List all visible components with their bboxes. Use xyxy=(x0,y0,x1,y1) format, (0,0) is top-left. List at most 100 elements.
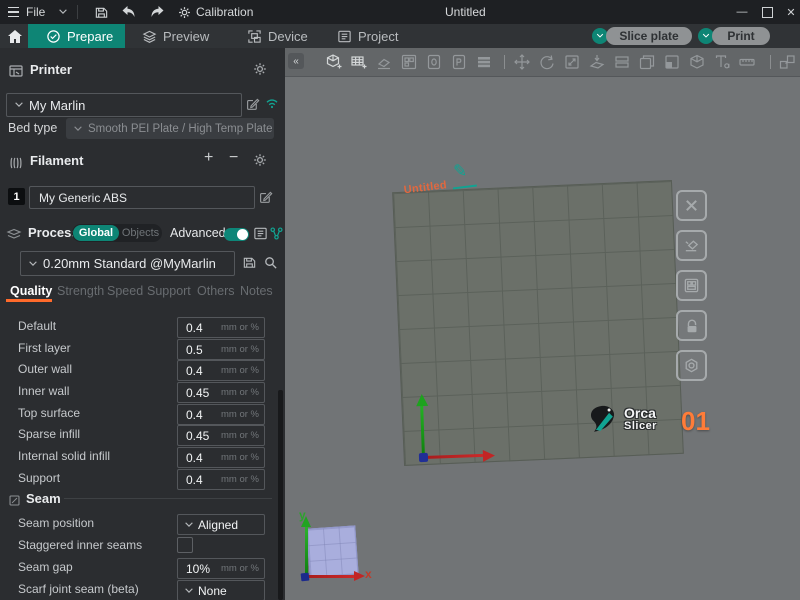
tab-project[interactable]: Project xyxy=(337,24,398,48)
text-tool-icon[interactable] xyxy=(713,53,731,71)
viewport-3d[interactable]: « Untitled xyxy=(285,48,800,600)
param-input[interactable]: 0.45mm or % xyxy=(177,425,265,446)
bed-type-select[interactable]: Smooth PEI Plate / High Temp Plate xyxy=(66,118,274,139)
close-button[interactable]: ✕ xyxy=(781,0,800,24)
cut-icon[interactable] xyxy=(613,53,631,71)
rename-plate-icon[interactable]: ✎ xyxy=(449,166,477,191)
seam-gap-value: 10% xyxy=(178,562,221,576)
scarf-seam-label: Scarf joint seam (beta) xyxy=(18,582,139,596)
delete-plate-button[interactable] xyxy=(676,190,707,221)
printer-connection-icon[interactable] xyxy=(264,95,280,111)
plate-settings-icon xyxy=(683,357,700,374)
clone-icon[interactable] xyxy=(638,53,656,71)
paste-icon[interactable] xyxy=(450,53,468,71)
preview-icon xyxy=(142,29,157,44)
param-unit: mm or % xyxy=(221,409,264,420)
calibration-menu[interactable]: Calibration xyxy=(196,0,253,24)
filament-preset-select[interactable]: My Generic ABS xyxy=(29,186,255,209)
file-menu-chevron-icon[interactable] xyxy=(57,0,69,24)
filament-index-badge: 1 xyxy=(8,188,25,205)
object-list-icon[interactable] xyxy=(253,226,268,241)
minimize-button[interactable]: — xyxy=(732,0,752,24)
variable-layer-height-icon[interactable] xyxy=(663,53,681,71)
tab-quality[interactable]: Quality xyxy=(10,284,52,298)
param-input[interactable]: 0.45mm or % xyxy=(177,382,265,403)
printer-preset-select[interactable]: My Marlin xyxy=(6,93,242,117)
param-label: Sparse infill xyxy=(18,427,80,441)
tab-notes[interactable]: Notes xyxy=(240,284,273,298)
param-input[interactable]: 0.4mm or % xyxy=(177,317,265,338)
menu-icon[interactable] xyxy=(8,0,19,24)
maximize-button[interactable] xyxy=(757,0,777,24)
remove-filament-icon[interactable]: − xyxy=(229,149,238,167)
scarf-seam-select[interactable]: None xyxy=(177,580,265,600)
param-input[interactable]: 0.4mm or % xyxy=(177,469,265,490)
seam-position-select[interactable]: Aligned xyxy=(177,514,265,535)
tab-device[interactable]: Device xyxy=(247,24,308,48)
copy-icon[interactable] xyxy=(425,53,443,71)
printer-edit-icon[interactable] xyxy=(245,96,260,111)
tab-support[interactable]: Support xyxy=(147,284,191,298)
filament-edit-icon[interactable] xyxy=(258,189,273,204)
flatten-icon[interactable] xyxy=(588,53,606,71)
add-plate-icon[interactable] xyxy=(350,53,368,71)
param-label: Outer wall xyxy=(18,362,72,376)
calibration-icon[interactable] xyxy=(177,0,192,24)
staggered-seams-checkbox[interactable] xyxy=(177,537,193,553)
y-axis-arrowhead xyxy=(415,394,427,406)
process-preset-select[interactable]: 0.20mm Standard @MyMarlin xyxy=(20,251,235,276)
slice-plate-button[interactable]: Slice plate xyxy=(606,27,692,45)
param-input[interactable]: 0.4mm or % xyxy=(177,360,265,381)
save-button[interactable] xyxy=(94,0,109,24)
process-mode-objects[interactable]: Objects xyxy=(120,225,161,241)
seam-position-value: Aligned xyxy=(195,518,264,532)
param-row: Support 0.4mm or % xyxy=(0,469,285,490)
param-input[interactable]: 0.4mm or % xyxy=(177,447,265,468)
titlebar-divider xyxy=(77,5,78,19)
filament-settings-icon[interactable] xyxy=(252,152,268,168)
tab-prepare[interactable]: Prepare xyxy=(28,24,125,48)
navigator-origin-marker xyxy=(301,573,310,582)
print-button[interactable]: Print xyxy=(712,27,770,45)
plate-settings-button[interactable] xyxy=(676,350,707,381)
printer-settings-icon[interactable] xyxy=(252,61,268,77)
file-menu[interactable]: File xyxy=(26,0,45,24)
seam-gap-input[interactable]: 10%mm or % xyxy=(177,558,265,579)
redo-button[interactable] xyxy=(149,0,165,24)
add-object-icon[interactable] xyxy=(325,53,343,71)
titlebar: File Calibration Untitled — ✕ xyxy=(0,0,800,24)
param-input[interactable]: 0.4mm or % xyxy=(177,404,265,425)
home-tab[interactable] xyxy=(4,24,26,48)
param-input[interactable]: 0.5mm or % xyxy=(177,339,265,360)
mesh-boolean-icon[interactable] xyxy=(688,53,706,71)
tab-speed[interactable]: Speed xyxy=(107,284,143,298)
arrange-plate-button[interactable] xyxy=(676,270,707,301)
collapse-sidebar-icon[interactable]: « xyxy=(288,53,304,69)
auto-orient-icon[interactable] xyxy=(375,53,393,71)
measure-icon[interactable] xyxy=(738,53,756,71)
scale-icon[interactable] xyxy=(563,53,581,71)
orient-plate-button[interactable] xyxy=(676,230,707,261)
tab-preview[interactable]: Preview xyxy=(142,24,209,48)
tab-strength[interactable]: Strength xyxy=(57,284,104,298)
process-mode-global[interactable]: Global xyxy=(73,225,119,241)
tab-prepare-label: Prepare xyxy=(67,29,113,44)
object-layers-icon[interactable] xyxy=(475,53,493,71)
param-row: Inner wall 0.45mm or % xyxy=(0,382,285,403)
arrange-icon[interactable] xyxy=(400,53,418,71)
rotate-icon[interactable] xyxy=(538,53,556,71)
process-compare-icon[interactable] xyxy=(269,226,284,241)
assembly-view-icon[interactable] xyxy=(778,53,796,71)
tab-others[interactable]: Others xyxy=(197,284,235,298)
move-icon[interactable] xyxy=(513,53,531,71)
tab-preview-label: Preview xyxy=(163,29,209,44)
search-settings-icon[interactable] xyxy=(263,255,278,270)
sidebar: Printer My Marlin Bed type Smooth PEI Pl… xyxy=(0,48,286,600)
lock-plate-button[interactable] xyxy=(676,310,707,341)
advanced-toggle[interactable] xyxy=(224,228,249,241)
seam-row: Seam gap 10%mm or % xyxy=(0,558,285,579)
save-preset-icon[interactable] xyxy=(242,255,257,270)
add-filament-icon[interactable]: + xyxy=(204,149,213,167)
undo-button[interactable] xyxy=(121,0,137,24)
param-row: Top surface 0.4mm or % xyxy=(0,404,285,425)
